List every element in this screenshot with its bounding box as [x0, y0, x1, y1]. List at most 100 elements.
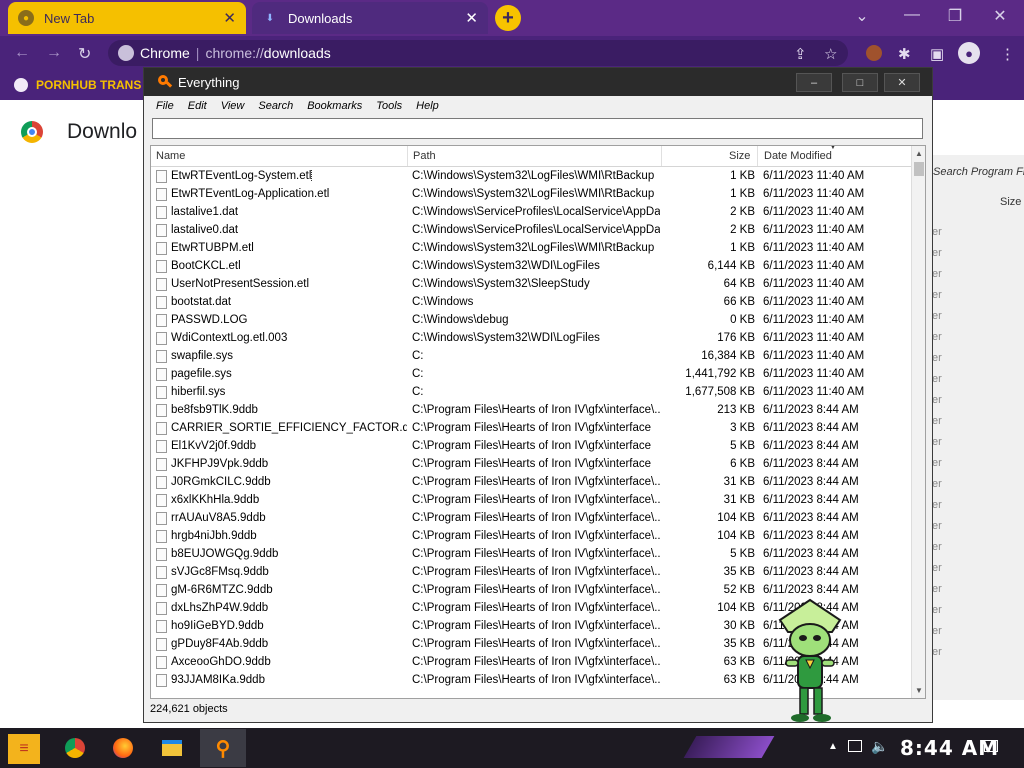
file-size: 64 KB	[723, 278, 755, 290]
taskbar-firefox[interactable]	[106, 732, 140, 764]
restore-icon[interactable]: ❐	[943, 6, 967, 26]
table-row[interactable]: WdiContextLog.etl.003 C:\Windows\System32…	[151, 330, 911, 348]
table-row[interactable]: hrgb4niJbh.9ddb C:\Program Files\Hearts o…	[151, 528, 911, 546]
profile-avatar-icon[interactable]: ●	[958, 42, 980, 64]
column-divider[interactable]	[757, 146, 758, 166]
table-row[interactable]: hiberfil.sys C: 1,677,508 KB 6/11/2023 11:4…	[151, 384, 911, 402]
table-row[interactable]: rrAUAuV8A5.9ddb C:\Program Files\Hearts o…	[151, 510, 911, 528]
file-name: UserNotPresentSession.etl	[171, 278, 310, 290]
bookmark-item[interactable]: PORNHUB TRANS	[14, 78, 141, 92]
minimize-button[interactable]: –	[796, 73, 832, 92]
extension-avatar-icon[interactable]	[866, 45, 882, 61]
file-size: 52 KB	[723, 584, 755, 596]
everything-titlebar[interactable]: Everything – □ ✕	[144, 68, 932, 96]
taskbar-chrome[interactable]	[58, 732, 92, 764]
file-icon	[156, 170, 167, 183]
file-size: 213 KB	[717, 404, 755, 416]
table-row[interactable]: PASSWD.LOG C:\Windows\debug 0 KB 6/11/2023 …	[151, 312, 911, 330]
vertical-scrollbar[interactable]: ▲ ▼	[911, 146, 925, 698]
maximize-button[interactable]: □	[842, 73, 878, 92]
file-path: C:\Program Files\Hearts of Iron IV\gfx\i…	[412, 530, 660, 542]
table-row[interactable]: b8EUJOWGQg.9ddb C:\Program Files\Hearts o…	[151, 546, 911, 564]
menu-edit[interactable]: Edit	[181, 100, 214, 112]
close-window-icon[interactable]: ✕	[988, 6, 1012, 26]
tab-search-icon[interactable]: ⌄	[850, 6, 874, 26]
table-row[interactable]: CARRIER_SORTIE_EFFICIENCY_FACTOR.dds C:\P…	[151, 420, 911, 438]
tray-overflow-icon[interactable]: ▲	[828, 741, 838, 752]
file-date: 6/11/2023 11:40 AM	[763, 242, 865, 254]
column-name[interactable]: Name	[156, 150, 185, 162]
file-path: C:\Program Files\Hearts of Iron IV\gfx\i…	[412, 422, 652, 434]
file-size: 5 KB	[730, 440, 755, 452]
menu-help[interactable]: Help	[409, 100, 446, 112]
file-name: WdiContextLog.etl.003	[171, 332, 288, 344]
network-icon[interactable]	[848, 740, 862, 752]
notification-icon[interactable]	[984, 740, 998, 752]
column-path[interactable]: Path	[413, 150, 436, 162]
background-row: er	[932, 646, 942, 658]
table-row[interactable]: UserNotPresentSession.etl C:\Windows\Syst…	[151, 276, 911, 294]
column-date-modified[interactable]: Date Modified	[764, 150, 832, 162]
close-button[interactable]: ✕	[884, 73, 920, 92]
file-path: C:\Windows\ServiceProfiles\LocalService\…	[412, 206, 660, 218]
file-date: 6/11/2023 8:44 AM	[763, 584, 859, 596]
close-tab-icon[interactable]: ✕	[223, 9, 236, 27]
site-label: Chrome	[140, 45, 190, 61]
scroll-up-icon[interactable]: ▲	[912, 146, 925, 161]
table-row[interactable]: lastalive1.dat C:\Windows\ServiceProfiles…	[151, 204, 911, 222]
table-row[interactable]: J0RGmkCILC.9ddb C:\Program Files\Hearts o…	[151, 474, 911, 492]
column-divider[interactable]	[407, 146, 408, 166]
taskbar-everything[interactable]: ⚲	[200, 729, 246, 767]
table-row[interactable]: sVJGc8FMsq.9ddb C:\Program Files\Hearts o…	[151, 564, 911, 582]
background-row: er	[932, 352, 942, 364]
table-row[interactable]: EtwRTEventLog-System.etl C:\Windows\Syste…	[151, 168, 911, 186]
table-row[interactable]: lastalive0.dat C:\Windows\ServiceProfiles…	[151, 222, 911, 240]
column-size[interactable]: Size	[729, 150, 750, 162]
taskbar-file-explorer[interactable]	[155, 732, 189, 764]
background-row: er	[932, 562, 942, 574]
table-row[interactable]: swapfile.sys C: 16,384 KB 6/11/2023 11:40 A…	[151, 348, 911, 366]
scroll-down-icon[interactable]: ▼	[912, 683, 925, 698]
volume-icon[interactable]: 🔈	[871, 738, 888, 755]
menu-bookmarks[interactable]: Bookmarks	[300, 100, 369, 112]
search-input[interactable]	[152, 118, 923, 139]
address-bar[interactable]: Chrome | chrome:// downloads	[108, 40, 848, 66]
forward-icon[interactable]: →	[46, 44, 62, 62]
back-icon[interactable]: ←	[14, 44, 30, 62]
menu-file[interactable]: File	[149, 100, 181, 112]
file-name: be8fsb9TlK.9ddb	[171, 404, 258, 416]
side-panel-icon[interactable]: ▣	[930, 45, 944, 63]
tab-downloads[interactable]: ⬇ Downloads ✕	[252, 2, 488, 34]
close-tab-icon[interactable]: ✕	[465, 9, 478, 27]
table-row[interactable]: EtwRTUBPM.etl C:\Windows\System32\LogFile…	[151, 240, 911, 258]
reload-icon[interactable]: ↻	[78, 44, 91, 64]
table-row[interactable]: EtwRTEventLog-Application.etl C:\Windows\…	[151, 186, 911, 204]
table-row[interactable]: x6xlKKhHla.9ddb C:\Program Files\Hearts o…	[151, 492, 911, 510]
table-row[interactable]: bootstat.dat C:\Windows 66 KB 6/11/2023 11:…	[151, 294, 911, 312]
file-size: 1 KB	[730, 170, 755, 182]
file-name: EtwRTUBPM.etl	[171, 242, 254, 254]
minimize-icon[interactable]: —	[900, 6, 924, 24]
table-row[interactable]: El1KvV2j0f.9ddb C:\Program Files\Hearts o…	[151, 438, 911, 456]
file-path: C:\Program Files\Hearts of Iron IV\gfx\i…	[412, 494, 660, 506]
background-row: er	[932, 226, 942, 238]
column-divider[interactable]	[661, 146, 662, 166]
table-row[interactable]: be8fsb9TlK.9ddb C:\Program Files\Hearts o…	[151, 402, 911, 420]
tab-new-tab[interactable]: ● New Tab ✕	[8, 2, 246, 34]
file-size: 3 KB	[730, 422, 755, 434]
start-button[interactable]: ≡	[8, 734, 40, 764]
more-menu-icon[interactable]: ⋮	[1000, 45, 1015, 63]
menu-view[interactable]: View	[214, 100, 252, 112]
extensions-puzzle-icon[interactable]: ✱	[898, 45, 911, 63]
menu-search[interactable]: Search	[251, 100, 300, 112]
table-row[interactable]: JKFHPJ9Vpk.9ddb C:\Program Files\Hearts o…	[151, 456, 911, 474]
new-tab-button[interactable]: +	[495, 5, 521, 31]
table-row[interactable]: pagefile.sys C: 1,441,792 KB 6/11/2023 11:4…	[151, 366, 911, 384]
scroll-thumb[interactable]	[914, 162, 924, 176]
table-row[interactable]: BootCKCL.etl C:\Windows\System32\WDI\LogF…	[151, 258, 911, 276]
bookmark-star-icon[interactable]: ☆	[824, 45, 837, 63]
menu-tools[interactable]: Tools	[369, 100, 409, 112]
file-path: C:\Program Files\Hearts of Iron IV\gfx\i…	[412, 638, 660, 650]
share-icon[interactable]: ⇪	[794, 45, 807, 63]
file-icon	[156, 494, 167, 507]
